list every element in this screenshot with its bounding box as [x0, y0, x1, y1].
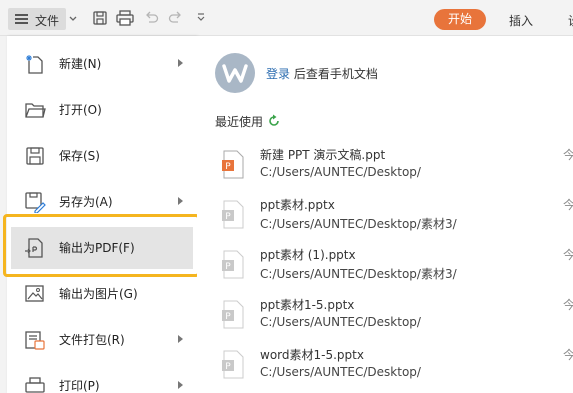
- recent-file-name: ppt素材 (1).pptx: [260, 248, 356, 262]
- recent-title: 最近使用: [215, 115, 264, 129]
- recent-file-item[interactable]: P ppt素材.pptx C:/Users/AUNTEC/Desktop/素材3…: [197, 196, 573, 246]
- svg-text:P: P: [225, 262, 231, 272]
- submenu-arrow-icon: [178, 381, 183, 389]
- login-link[interactable]: 登录: [266, 67, 290, 81]
- export-image-icon: [25, 285, 44, 302]
- recent-file-date: 今: [563, 198, 573, 212]
- menu-label-save: 保存(S): [59, 149, 100, 163]
- tab-start[interactable]: 开始: [434, 9, 486, 30]
- save-icon: [26, 147, 44, 165]
- menu-label-print: 打印(P): [59, 379, 100, 393]
- menu-label-save-as: 另存为(A): [59, 195, 113, 209]
- recent-file-name: word素材1-5.pptx: [260, 348, 364, 362]
- svg-text:P: P: [225, 162, 231, 172]
- print-icon[interactable]: [116, 10, 134, 26]
- menu-item-export-image[interactable]: 输出为图片(G): [7, 271, 197, 315]
- ppt-file-icon: P: [222, 150, 244, 179]
- undo-icon[interactable]: [144, 10, 159, 25]
- menu-item-open[interactable]: 打开(O): [7, 87, 197, 131]
- print-icon: [25, 377, 45, 393]
- recent-file-date: 今: [563, 298, 573, 312]
- recent-file-date: 今: [563, 248, 573, 262]
- chevron-down-icon[interactable]: [68, 14, 78, 24]
- recent-file-item[interactable]: P ppt素材1-5.pptx C:/Users/AUNTEC/Desktop/…: [197, 296, 573, 346]
- menu-label-package: 文件打包(R): [59, 333, 125, 347]
- hamburger-icon: [15, 14, 28, 24]
- wps-logo-icon: [222, 64, 248, 83]
- pptx-file-icon: P: [222, 250, 244, 279]
- file-menu-label: 文件: [35, 14, 60, 28]
- menu-item-print[interactable]: 打印(P): [7, 363, 197, 393]
- file-menu-button[interactable]: 文件: [8, 8, 66, 30]
- folder-open-icon: [25, 103, 46, 118]
- recent-file-name: ppt素材.pptx: [260, 198, 335, 212]
- recent-file-item[interactable]: P word素材1-5.pptx C:/Users/AUNTEC/Desktop…: [197, 346, 573, 393]
- menu-item-package[interactable]: 文件打包(R): [7, 317, 197, 361]
- recent-header: 最近使用: [215, 113, 281, 130]
- svg-text:P: P: [225, 212, 231, 222]
- svg-text:P: P: [225, 362, 231, 372]
- customize-toolbar-icon[interactable]: [196, 12, 206, 24]
- recent-file-name: 新建 PPT 演示文稿.ppt: [260, 148, 386, 162]
- tab-design[interactable]: 设: [568, 12, 573, 29]
- redo-icon[interactable]: [168, 10, 183, 25]
- backstage-pane: 登录 后查看手机文档 最近使用 P 新建 PPT 演示文稿.ppt C:/Use…: [197, 36, 573, 393]
- svg-text:P: P: [225, 312, 231, 322]
- recent-file-date: 今: [563, 348, 573, 362]
- recent-file-date: 今: [563, 148, 573, 162]
- submenu-arrow-icon: [178, 335, 183, 343]
- pptx-file-icon: P: [222, 300, 244, 329]
- pptx-file-icon: P: [222, 200, 244, 229]
- submenu-arrow-icon: [178, 59, 183, 67]
- menu-label-open: 打开(O): [59, 103, 102, 117]
- recent-file-item[interactable]: P ppt素材 (1).pptx C:/Users/AUNTEC/Desktop…: [197, 246, 573, 296]
- menu-item-new[interactable]: 新建(N): [7, 41, 197, 85]
- login-prompt: 登录 后查看手机文档: [266, 65, 378, 82]
- recent-file-path: C:/Users/AUNTEC/Desktop/: [260, 165, 421, 179]
- avatar[interactable]: [215, 53, 255, 93]
- new-doc-icon: [26, 55, 43, 74]
- menu-item-save[interactable]: 保存(S): [7, 133, 197, 177]
- recent-file-path: C:/Users/AUNTEC/Desktop/: [260, 365, 421, 379]
- submenu-arrow-icon: [178, 197, 183, 205]
- highlight-box: [3, 214, 200, 277]
- recent-file-name: ppt素材1-5.pptx: [260, 298, 355, 312]
- quick-access-toolbar: 文件 开始 插入 设: [0, 0, 573, 36]
- tab-insert[interactable]: 插入: [509, 12, 533, 29]
- package-icon: [25, 331, 45, 350]
- recent-file-path: C:/Users/AUNTEC/Desktop/: [260, 315, 421, 329]
- pptx-file-icon: P: [222, 350, 244, 379]
- refresh-icon[interactable]: [267, 114, 281, 128]
- recent-file-path: C:/Users/AUNTEC/Desktop/素材3/: [260, 217, 457, 231]
- menu-label-new: 新建(N): [59, 57, 102, 71]
- login-hint: 后查看手机文档: [290, 67, 378, 81]
- recent-file-path: C:/Users/AUNTEC/Desktop/素材3/: [260, 267, 457, 281]
- save-icon[interactable]: [92, 10, 108, 26]
- save-as-icon: [25, 192, 46, 213]
- menu-label-export-image: 输出为图片(G): [59, 287, 138, 301]
- recent-file-item[interactable]: P 新建 PPT 演示文稿.ppt C:/Users/AUNTEC/Deskto…: [197, 146, 573, 196]
